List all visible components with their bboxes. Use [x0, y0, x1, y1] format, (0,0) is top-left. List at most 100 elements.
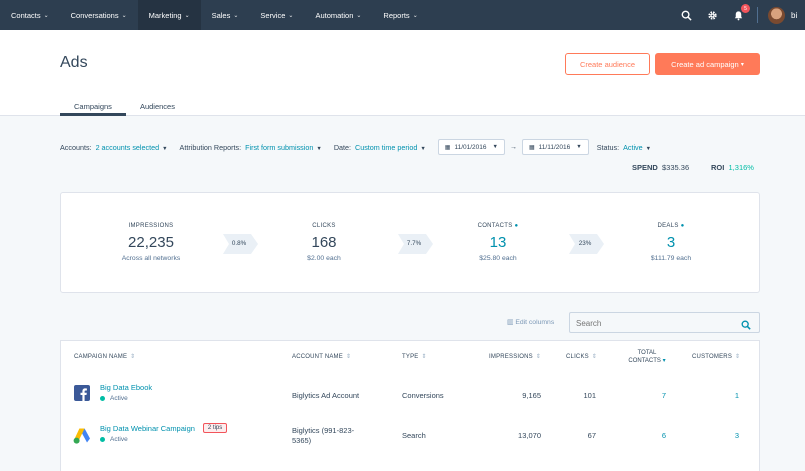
metric-value[interactable]: 3: [606, 234, 736, 251]
caret-down-icon: ▼: [162, 145, 168, 152]
clicks-cell: 67: [587, 431, 596, 440]
notification-badge: 5: [741, 4, 750, 13]
sort-icon: ⇕: [535, 354, 542, 360]
date-range-dropdown[interactable]: Custom time period ▼: [355, 143, 426, 152]
campaigns-table: CAMPAIGN NAME ⇕ ACCOUNT NAME ⇕ TYPE ⇕ IMPRE…: [60, 340, 760, 471]
nav-utilities: 5 bi: [673, 0, 805, 30]
chevron-down-icon: ⌄: [184, 12, 190, 19]
accounts-dropdown[interactable]: 2 accounts selected ▼: [96, 143, 168, 152]
conversion-rate-chevron: 0.8%: [223, 234, 259, 254]
tab-bar: Campaigns Audiences: [60, 96, 189, 116]
bell-icon[interactable]: 5: [731, 4, 750, 22]
type-cell: Search: [402, 431, 426, 440]
customers-cell[interactable]: 1: [701, 391, 739, 400]
column-header-customers[interactable]: CUSTOMERS ⇕: [692, 353, 740, 360]
account-cell: Biglytics (991-823- 5365): [292, 426, 354, 446]
campaign-cell: Big Data Ebook Active: [100, 383, 152, 402]
active-dot-icon: [100, 396, 105, 401]
header-label: CLICKS: [566, 354, 589, 360]
attribution-dropdown[interactable]: First form submission ▼: [245, 143, 322, 152]
start-date-picker[interactable]: ▦ 11/01/2016 ▼: [437, 139, 505, 155]
page-title: Ads: [60, 54, 88, 71]
search-input[interactable]: [570, 314, 730, 333]
end-date-picker[interactable]: ▦ 11/11/2016 ▼: [521, 139, 589, 155]
tab-audiences[interactable]: Audiences: [126, 96, 189, 116]
caret-down-icon: ▼: [420, 145, 426, 152]
customers-cell[interactable]: 3: [701, 431, 739, 440]
metric-subtext: Across all networks: [121, 255, 181, 262]
nav-label: Sales: [211, 10, 231, 20]
search-box: [569, 312, 760, 333]
edit-columns-button[interactable]: ▥ Edit columns: [507, 318, 554, 326]
nav-reports[interactable]: Reports ⌄: [372, 0, 428, 30]
contacts-cell[interactable]: 7: [631, 391, 666, 400]
nav-label: Contacts: [11, 10, 41, 20]
caret-down-icon: ▾: [740, 61, 744, 68]
search-icon[interactable]: [741, 317, 751, 335]
contacts-cell[interactable]: 6: [631, 431, 666, 440]
column-header-total-contacts[interactable]: TOTAL CONTACTS ▾: [621, 349, 673, 365]
nav-service[interactable]: Service ⌄: [249, 0, 304, 30]
metric-clicks: CLICKS 168 $2.00 each: [259, 223, 389, 262]
tips-badge[interactable]: 2 tips: [202, 423, 228, 433]
column-header-type[interactable]: TYPE ⇕: [402, 353, 427, 360]
metric-subtext: $25.80 each: [479, 255, 517, 262]
nav-contacts[interactable]: Contacts ⌄: [0, 0, 60, 30]
nav-sales[interactable]: Sales ⌄: [201, 0, 250, 30]
sort-icon: ⇕: [345, 354, 352, 360]
calendar-icon: ▦: [444, 144, 451, 151]
facebook-icon: [74, 385, 90, 401]
funnel-metrics-card: IMPRESSIONS 22,235 Across all networks 0…: [60, 192, 760, 293]
account-name-line2: 5365): [292, 436, 312, 445]
table-row[interactable]: Big Data Webinar Campaign 2 tips Active …: [61, 415, 761, 455]
header-label-contacts: CONTACTS ▾: [621, 357, 673, 365]
spend-summary: SPEND $335.36: [632, 163, 689, 172]
roi-summary: ROI 1,316%: [711, 163, 754, 172]
tab-campaigns[interactable]: Campaigns: [60, 96, 126, 116]
column-header-impressions[interactable]: IMPRESSIONS ⇕: [489, 353, 541, 360]
column-header-campaign[interactable]: CAMPAIGN NAME ⇕: [74, 353, 135, 360]
active-dot-icon: [100, 437, 105, 442]
conversion-rate-chevron: 7.7%: [398, 234, 434, 254]
column-header-account[interactable]: ACCOUNT NAME ⇕: [292, 353, 351, 360]
nav-marketing[interactable]: Marketing ⌄: [137, 0, 201, 30]
gear-icon[interactable]: [705, 8, 719, 22]
caret-down-icon: ▼: [645, 145, 652, 152]
campaign-name-link[interactable]: Big Data Ebook: [100, 383, 152, 392]
nav-conversations[interactable]: Conversations ⌄: [60, 0, 138, 30]
info-icon[interactable]: ●: [681, 223, 685, 229]
accounts-label: Accounts:: [60, 142, 92, 152]
status-dropdown[interactable]: Active ▼: [623, 143, 651, 152]
search-icon[interactable]: [679, 8, 693, 22]
sort-icon: ⇕: [591, 354, 598, 360]
impressions-cell: 9,165: [522, 391, 541, 400]
chevron-down-icon: ⌄: [43, 12, 49, 19]
avatar[interactable]: [768, 6, 785, 24]
metric-label: CONTACTS ●: [433, 223, 563, 229]
create-audience-button[interactable]: Create audience: [565, 53, 650, 75]
account-name[interactable]: bi: [791, 11, 805, 20]
metric-contacts: CONTACTS ● 13 $25.80 each: [433, 223, 563, 262]
chevron-down-icon: ⌄: [288, 12, 294, 19]
header-label: TYPE: [402, 354, 419, 360]
status-text: Active: [110, 436, 128, 443]
header-label: IMPRESSIONS: [489, 354, 533, 360]
metric-label-text: DEALS: [657, 223, 679, 229]
create-ad-campaign-button[interactable]: Create ad campaign ▾: [655, 53, 760, 75]
table-row[interactable]: Big Data Ebook Active Biglytics Ad Accou…: [61, 375, 761, 415]
info-icon[interactable]: ●: [515, 223, 519, 229]
status-label: Status:: [596, 142, 620, 152]
chevron-down-icon: ⌄: [356, 12, 362, 19]
caret-down-icon: ▼: [316, 145, 322, 152]
spend-label: SPEND: [632, 163, 658, 172]
metric-impressions: IMPRESSIONS 22,235 Across all networks: [86, 223, 216, 262]
roi-label: ROI: [711, 163, 725, 172]
metric-deals: DEALS ● 3 $111.79 each: [606, 223, 736, 262]
nav-automation[interactable]: Automation ⌄: [304, 0, 372, 30]
spend-value: $335.36: [662, 163, 690, 172]
metric-value[interactable]: 13: [433, 234, 563, 251]
column-header-clicks[interactable]: CLICKS ⇕: [566, 353, 597, 360]
metric-label: IMPRESSIONS: [128, 223, 174, 229]
start-date-value: 11/01/2016: [454, 143, 487, 151]
campaign-name-link[interactable]: Big Data Webinar Campaign: [100, 424, 195, 433]
